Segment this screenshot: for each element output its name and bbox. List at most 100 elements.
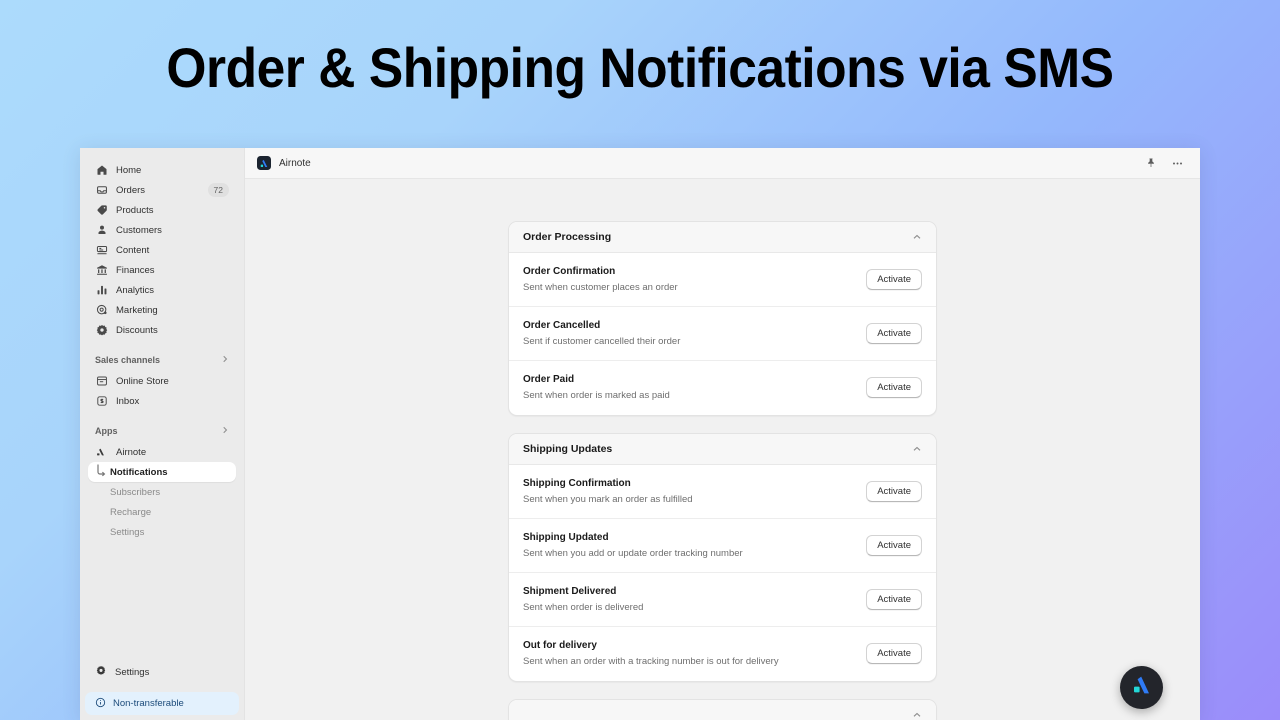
branch-arrow-icon <box>96 464 106 478</box>
airnote-logo-icon <box>257 156 271 170</box>
card-title: Shipping Updates <box>523 443 613 455</box>
status-badge-label: Non-transferable <box>113 698 184 709</box>
row-title: Out for delivery <box>523 640 597 651</box>
sidebar-item-label: Recharge <box>110 506 152 518</box>
sales-channels-section-header[interactable]: Sales channels <box>80 349 244 371</box>
info-circle-icon <box>95 697 106 711</box>
sidebar-item-marketing[interactable]: Marketing <box>88 300 236 320</box>
card-next-section-partial <box>508 699 937 720</box>
sidebar-item-airnote[interactable]: Airnote <box>88 442 236 462</box>
customers-person-icon <box>95 224 108 237</box>
sidebar-settings-label: Settings <box>115 666 150 678</box>
primary-nav: Home Orders 72 Products Customers Conten… <box>80 160 244 340</box>
products-tag-icon <box>95 204 108 217</box>
card-shipping-updates: Shipping Updates Shipping Confirmation S… <box>508 433 937 682</box>
sidebar-item-recharge[interactable]: Recharge <box>88 502 236 522</box>
row-title: Shipping Updated <box>523 531 609 543</box>
row-text: Shipment Delivered Sent when order is de… <box>523 586 866 613</box>
row-title: Order Cancelled <box>523 319 601 331</box>
row-subtitle: Sent when an order with a tracking numbe… <box>523 656 779 667</box>
sidebar-item-orders[interactable]: Orders 72 <box>88 180 236 200</box>
sidebar-item-products[interactable]: Products <box>88 200 236 220</box>
more-horizontal-icon[interactable] <box>1168 154 1186 172</box>
activate-button[interactable]: Activate <box>866 377 922 398</box>
finances-bank-icon <box>95 264 108 277</box>
sidebar: Home Orders 72 Products Customers Conten… <box>80 148 245 720</box>
airnote-launcher-icon <box>1130 673 1154 702</box>
content-column: Order Processing Order Confirmation Sent… <box>508 221 937 720</box>
notification-row: Shipping Confirmation Sent when you mark… <box>509 465 936 519</box>
card-header[interactable] <box>509 700 936 720</box>
section-label: Sales channels <box>95 355 161 365</box>
sidebar-item-settings[interactable]: Settings <box>80 661 244 683</box>
sidebar-item-inbox[interactable]: Inbox <box>88 391 236 411</box>
app-chip[interactable]: Airnote <box>257 156 311 170</box>
inbox-icon <box>95 395 108 408</box>
card-header[interactable]: Shipping Updates <box>509 434 936 465</box>
card-order-processing: Order Processing Order Confirmation Sent… <box>508 221 937 416</box>
home-icon <box>95 164 108 177</box>
sidebar-item-notifications[interactable]: Notifications <box>88 462 236 482</box>
card-header[interactable]: Order Processing <box>509 222 936 253</box>
chevron-up-icon[interactable] <box>912 232 922 242</box>
sales-channels-list: Online Store Inbox <box>80 371 244 411</box>
sidebar-item-label: Home <box>116 164 142 176</box>
row-title: Shipment Delivered <box>523 585 617 597</box>
sidebar-item-customers[interactable]: Customers <box>88 220 236 240</box>
sidebar-item-label: Products <box>116 204 154 216</box>
row-text: Out for delivery Sent when an order with… <box>523 640 866 667</box>
content-icon <box>95 244 108 257</box>
row-title: Order Paid <box>523 374 575 385</box>
sidebar-item-label: Finances <box>116 264 155 276</box>
pin-icon[interactable] <box>1142 154 1160 172</box>
online-store-icon <box>95 375 108 388</box>
activate-button[interactable]: Activate <box>866 322 922 344</box>
main-region: Airnote Order Processing Order Confirmat… <box>245 148 1200 720</box>
row-text: Order Cancelled Sent if customer cancell… <box>523 320 866 347</box>
row-subtitle: Sent when order is marked as paid <box>523 390 670 401</box>
page-title: Order & Shipping Notifications via SMS <box>166 36 1114 99</box>
discounts-icon <box>95 324 108 337</box>
sidebar-item-online-store[interactable]: Online Store <box>88 371 236 391</box>
row-subtitle: Sent when order is delivered <box>523 601 644 613</box>
sidebar-item-app-settings[interactable]: Settings <box>88 522 236 542</box>
card-title: Order Processing <box>523 231 612 243</box>
row-text: Order Confirmation Sent when customer pl… <box>523 266 866 293</box>
chevron-right-icon <box>221 355 229 365</box>
apps-section-header[interactable]: Apps <box>80 420 244 442</box>
chevron-up-icon[interactable] <box>912 444 922 454</box>
row-title: Order Confirmation <box>523 265 616 277</box>
status-badge-non-transferable: Non-transferable <box>85 692 239 715</box>
notification-row: Out for delivery Sent when an order with… <box>509 627 936 681</box>
activate-button[interactable]: Activate <box>866 643 922 664</box>
sidebar-item-label: Orders <box>116 184 146 196</box>
marketing-target-icon <box>95 304 108 317</box>
row-subtitle: Sent if customer cancelled their order <box>523 335 681 347</box>
activate-button[interactable]: Activate <box>866 534 922 556</box>
sidebar-item-analytics[interactable]: Analytics <box>88 280 236 300</box>
activate-button[interactable]: Activate <box>866 480 922 502</box>
chevron-right-icon <box>221 426 229 436</box>
airnote-launcher-button[interactable] <box>1120 666 1163 709</box>
sidebar-item-subscribers[interactable]: Subscribers <box>88 482 236 502</box>
notification-row: Order Cancelled Sent if customer cancell… <box>509 307 936 361</box>
row-text: Shipping Confirmation Sent when you mark… <box>523 478 866 505</box>
chevron-up-icon[interactable] <box>912 710 922 720</box>
sidebar-item-content[interactable]: Content <box>88 240 236 260</box>
content-scroll-area[interactable]: Order Processing Order Confirmation Sent… <box>245 179 1200 720</box>
sidebar-item-label: Analytics <box>116 284 155 296</box>
orders-icon <box>95 184 108 197</box>
sidebar-item-home[interactable]: Home <box>88 160 236 180</box>
sidebar-item-label: Airnote <box>116 446 147 458</box>
activate-button[interactable]: Activate <box>866 268 922 290</box>
sidebar-item-label: Discounts <box>116 324 158 336</box>
airnote-app-icon <box>95 446 108 459</box>
activate-button[interactable]: Activate <box>866 588 922 610</box>
notification-row: Order Confirmation Sent when customer pl… <box>509 253 936 307</box>
sidebar-item-discounts[interactable]: Discounts <box>88 320 236 340</box>
sidebar-item-finances[interactable]: Finances <box>88 260 236 280</box>
app-window: Home Orders 72 Products Customers Conten… <box>80 148 1200 720</box>
analytics-bar-chart-icon <box>95 284 108 297</box>
notification-row: Shipping Updated Sent when you add or up… <box>509 519 936 573</box>
